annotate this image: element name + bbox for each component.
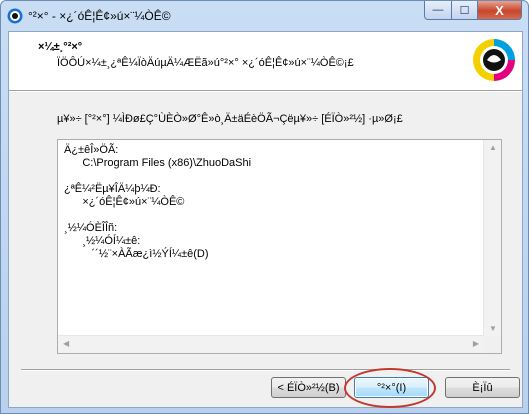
- page-title: ×¼±¸°²×°: [38, 41, 83, 53]
- memo-line: ´´½¨×ÀÃæ¿ì½ÝÍ¼±ê(D): [64, 248, 209, 260]
- cancel-button[interactable]: È¡Ïû: [445, 377, 520, 398]
- memo-line: [64, 170, 483, 183]
- product-logo-icon: [473, 39, 515, 81]
- memo-line: ¸½¼ÓÈÎÎñ:: [64, 222, 118, 234]
- window-title: °²×° - ×¿´óÊ¦Ê¢»ú×¨¼ÒÊ©: [28, 9, 171, 23]
- memo-line: Ä¿±êÎ»ÖÃ:: [64, 144, 119, 156]
- scroll-down-icon[interactable]: ▼: [489, 324, 497, 333]
- memo-line: ×¿´óÊ¦Ê¢»ú×¨¼ÒÊ©: [64, 196, 185, 208]
- memo-line: [64, 209, 483, 222]
- maximize-icon: ☐: [459, 4, 470, 17]
- memo-line: ¿ªÊ¼²Ëµ¥ÎÄ¼þ¼Ð:: [64, 183, 161, 195]
- caption-buttons: — ☐ X: [424, 1, 522, 21]
- minimize-button[interactable]: —: [424, 1, 452, 20]
- scrollbar-corner: [484, 336, 501, 353]
- installer-window: °²×° - ×¿´óÊ¦Ê¢»ú×¨¼ÒÊ© — ☐ X ×¼±¸°²×° Ï…: [0, 0, 529, 414]
- header-divider: [9, 91, 522, 92]
- wizard-header: ×¼±¸°²×° ÏÖÔÚ×¼±¸¿ªÊ¼ÏòÄúµÄ¼ÆËã»ú°²×° ×¿…: [9, 32, 522, 91]
- memo-content: Ä¿±êÎ»ÖÃ: C:\Program Files (x86)\ZhuoDaS…: [58, 140, 483, 335]
- instruction-text: µ¥»÷ [°²×°] ¼ÌÐø£Ç°ÙÈÒ»Ø°Ê»ò¸Ä±äÉèÖÃ¬Çëµ…: [57, 113, 403, 125]
- scroll-right-icon[interactable]: ▶: [473, 339, 479, 348]
- scroll-up-icon[interactable]: ▲: [489, 143, 497, 152]
- page-subtitle: ÏÖÔÚ×¼±¸¿ªÊ¼ÏòÄúµÄ¼ÆËã»ú°²×° ×¿´óÊ¦Ê¢»ú×…: [57, 57, 354, 69]
- maximize-button[interactable]: ☐: [452, 1, 478, 20]
- setup-app-icon: [7, 8, 23, 24]
- scroll-left-icon[interactable]: ◀: [63, 339, 69, 348]
- title-bar[interactable]: °²×° - ×¿´óÊ¦Ê¢»ú×¨¼ÒÊ© — ☐ X: [1, 1, 528, 31]
- back-button[interactable]: < ÉÏÒ»²½(B): [271, 377, 346, 398]
- install-button[interactable]: °²×°(I): [354, 377, 429, 398]
- vertical-scrollbar[interactable]: ▲ ▼: [483, 140, 501, 336]
- memo-line: C:\Program Files (x86)\ZhuoDaShi: [64, 157, 252, 169]
- memo-line: ¸½¼ÓÍ¼±ê:: [64, 235, 141, 247]
- close-button[interactable]: X: [478, 1, 522, 20]
- wizard-client-area: ×¼±¸°²×° ÏÖÔÚ×¼±¸¿ªÊ¼ÏòÄúµÄ¼ÆËã»ú°²×° ×¿…: [8, 31, 523, 408]
- minimize-icon: —: [432, 4, 444, 16]
- ready-memo-box[interactable]: Ä¿±êÎ»ÖÃ: C:\Program Files (x86)\ZhuoDaS…: [57, 139, 502, 354]
- close-icon: X: [495, 2, 504, 18]
- horizontal-scrollbar[interactable]: ◀ ▶: [58, 335, 484, 353]
- footer-separator-highlight: [21, 370, 510, 371]
